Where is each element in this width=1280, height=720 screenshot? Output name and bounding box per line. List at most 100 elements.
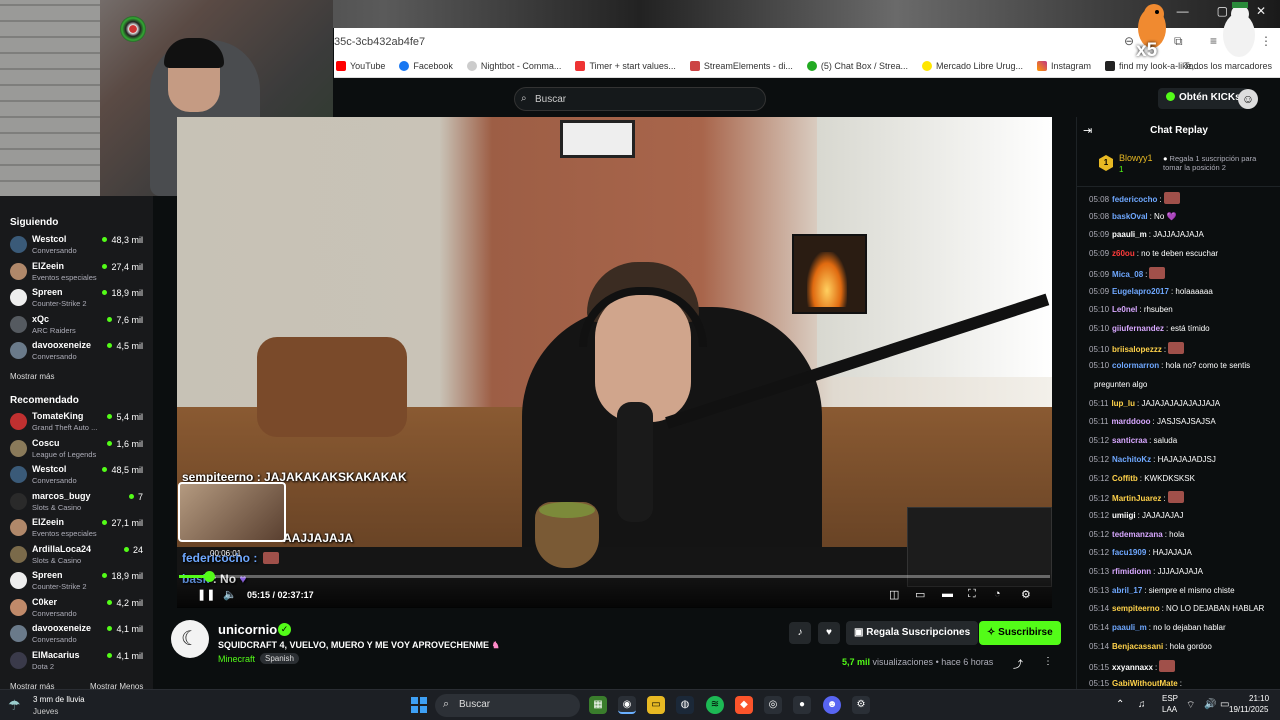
channel-row[interactable]: ElZeein Eventos especiales 27,1 mil [10,516,145,542]
wifi-icon[interactable]: ⌔ [1186,699,1195,712]
channel-name[interactable]: unicornio [218,622,277,637]
channel-row[interactable]: xQc ARC Raiders 7,6 mil [10,313,145,339]
chat-username[interactable]: Mica_08 [1112,270,1143,279]
chat-username[interactable]: giiufernandez [1112,324,1164,333]
chat-username[interactable]: Coffitb [1112,474,1138,483]
channel-row[interactable]: Westcol Conversando 48,3 mil [10,233,145,259]
bell-icon[interactable]: ♪ [789,622,811,644]
extensions-icon[interactable]: ⧉ [1174,34,1183,49]
bookmark-youtube[interactable]: YouTube [336,61,385,71]
language-tag[interactable]: Spanish [260,653,299,664]
channel-row[interactable]: Spreen Counter-Strike 2 18,9 mil [10,569,145,595]
mic-icon[interactable]: ♫ [1138,699,1146,710]
chrome-icon[interactable]: ◉ [618,696,636,714]
channel-row[interactable]: davooxeneize Conversando 4,5 mil [10,339,145,365]
channel-row[interactable]: ElMacarius Dota 2 4,1 mil [10,649,145,675]
chat-username[interactable]: abril_17 [1112,586,1142,595]
speed-icon[interactable]: ◔ [994,588,1001,600]
bookmark-streamelements[interactable]: StreamElements - di... [689,61,793,71]
keyboard-layout[interactable]: LAA [1162,705,1177,714]
channel-row[interactable]: TomateKing Grand Theft Auto ... 5,4 mil [10,410,145,436]
chat-username[interactable]: marddooo [1111,417,1150,426]
live-dot-icon [107,316,113,322]
channel-row[interactable]: ArdillaLoca24 Slots & Casino 24 [10,543,145,569]
chat-username[interactable]: Benjacassani [1112,642,1163,651]
clip-icon[interactable]: ▭ [915,588,925,601]
get-kicks-button[interactable]: Obtén KICKs [1158,88,1249,109]
chat-username[interactable]: z60ou [1112,249,1135,258]
chat-username[interactable]: baskOval [1112,212,1148,221]
windows-start-icon[interactable] [411,697,427,713]
chat-username[interactable]: santicraa [1112,436,1147,445]
chat-username[interactable]: colormarron [1112,361,1159,370]
streamlabs-icon[interactable]: ● [793,696,811,714]
bookmark-nightbot[interactable]: Nightbot - Comma... [466,61,561,71]
user-avatar[interactable]: ☺ [1238,89,1258,109]
spotify-icon[interactable]: ≋ [706,696,724,714]
bookmark-instagram[interactable]: Instagram [1037,61,1091,71]
settings-icon[interactable]: ⚙ [1021,588,1031,601]
chat-username[interactable]: tedemanzana [1112,530,1163,539]
more-icon[interactable]: ⋮ [1260,34,1272,48]
clock-time[interactable]: 21:10 [1249,694,1269,703]
theater-icon[interactable]: ▬ [942,588,953,600]
file-explorer-icon[interactable]: ▭ [647,696,665,714]
chat-username[interactable]: facu1909 [1112,548,1146,557]
chat-username[interactable]: Le0nel [1112,305,1137,314]
keyboard-lang[interactable]: ESP [1162,694,1178,703]
fullscreen-icon[interactable]: ⛶ [968,588,976,601]
channel-row[interactable]: marcos_bugy Slots & Casino 7 [10,490,145,516]
share-icon[interactable]: ⤴ [1013,656,1023,671]
clock-date[interactable]: 19/11/2025 [1229,705,1268,714]
brave-icon[interactable]: ◆ [735,696,753,714]
chat-username[interactable]: briisalopezzz [1112,345,1162,354]
chat-username[interactable]: lup_lu [1111,399,1135,408]
obs-icon[interactable]: ◎ [764,696,782,714]
follow-heart-icon[interactable]: ♥ [818,622,840,644]
chat-username[interactable]: rfimidionn [1112,567,1151,576]
progress-bar[interactable] [179,571,1050,582]
channel-avatar[interactable]: ☾ [171,620,209,658]
chat-username[interactable]: federicocho [1112,195,1157,204]
channel-row[interactable]: davooxeneize Conversando 4,1 mil [10,622,145,648]
bookmark-facebook[interactable]: Facebook [399,61,453,71]
search-input[interactable]: ⌕ Buscar [514,87,766,111]
chat-username[interactable]: xxyannaxx [1112,663,1153,672]
channel-row[interactable]: ElZeein Eventos especiales 27,4 mil [10,260,145,286]
steam-icon[interactable]: ◍ [676,696,694,714]
speaker-icon[interactable]: 🔊 [1204,699,1216,710]
bookmark-timer[interactable]: Timer + start values... [575,61,676,71]
leader-user[interactable]: Blowyy1 [1119,153,1153,163]
chat-username[interactable]: Eugelapro2017 [1112,287,1169,296]
channel-row[interactable]: Spreen Counter-Strike 2 18,9 mil [10,286,145,312]
taskbar-search[interactable]: ⌕ Buscar [435,694,580,717]
minimize-button[interactable]: — [1177,4,1189,18]
chat-username[interactable]: paauli_m [1112,230,1147,239]
subscribe-button[interactable]: ✧ Suscribirse [979,621,1061,645]
show-more-following[interactable]: Mostrar más [10,372,54,381]
volume-icon[interactable]: 🔈 [223,588,237,601]
bookmark-chatbox[interactable]: (5) Chat Box / Strea... [806,61,908,71]
chat-username[interactable]: GabiWithoutMate [1112,679,1178,688]
settings-app-icon[interactable]: ⚙ [852,696,870,714]
channel-row[interactable]: Westcol Conversando 48,5 mil [10,463,145,489]
chat-username[interactable]: MartinJuarez [1112,494,1161,503]
stream-category[interactable]: Minecraft [218,654,255,664]
gift-subs-button[interactable]: ▣ Regala Suscripciones [846,621,979,645]
chat-username[interactable]: paauli_m [1112,623,1147,632]
minecraft-icon[interactable]: ▦ [589,696,607,714]
bookmark-mercadolibre[interactable]: Mercado Libre Urug... [921,61,1023,71]
pause-icon[interactable]: ❚❚ [197,588,215,601]
menu-icon[interactable]: ≡ [1210,34,1217,48]
tray-chevron-icon[interactable]: ⌃ [1116,699,1124,710]
channel-row[interactable]: C0ker Conversando 4,2 mil [10,596,145,622]
progress-knob[interactable] [203,571,215,582]
gift-prompt[interactable]: ● Regala 1 suscripción para tomar la posi… [1163,154,1273,172]
discord-icon[interactable]: ☻ [823,696,841,714]
chat-username[interactable]: NachitoKz [1112,455,1151,464]
pip-icon[interactable]: ◫ [889,588,899,601]
channel-row[interactable]: Coscu League of Legends 1,6 mil [10,437,145,463]
chat-username[interactable]: umiigi [1112,511,1136,520]
chat-username[interactable]: sempiteerno [1112,604,1160,613]
more-options-icon[interactable]: ⋮ [1043,656,1053,667]
